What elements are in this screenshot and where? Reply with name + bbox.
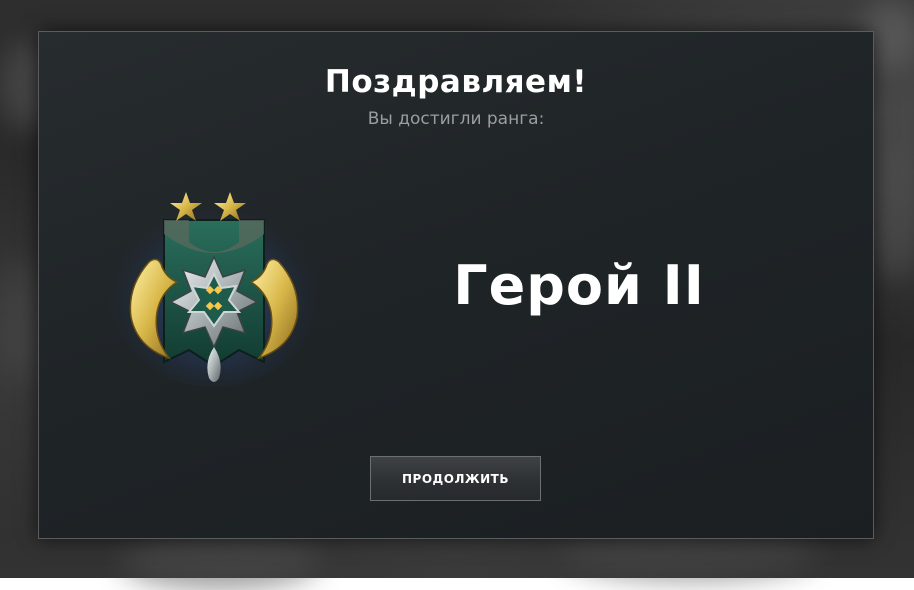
continue-button-label: ПРОДОЛЖИТЬ (402, 471, 509, 486)
hero-rank-medal-icon (109, 192, 319, 387)
dialog-title: Поздравляем! (324, 64, 588, 100)
rank-name: Герой II (453, 254, 705, 317)
dialog-subtitle: Вы достигли ранга: (367, 109, 545, 129)
rank-up-dialog: Поздравляем! Вы достигли ранга: Герой II… (38, 31, 874, 539)
continue-button[interactable]: ПРОДОЛЖИТЬ (370, 456, 541, 501)
